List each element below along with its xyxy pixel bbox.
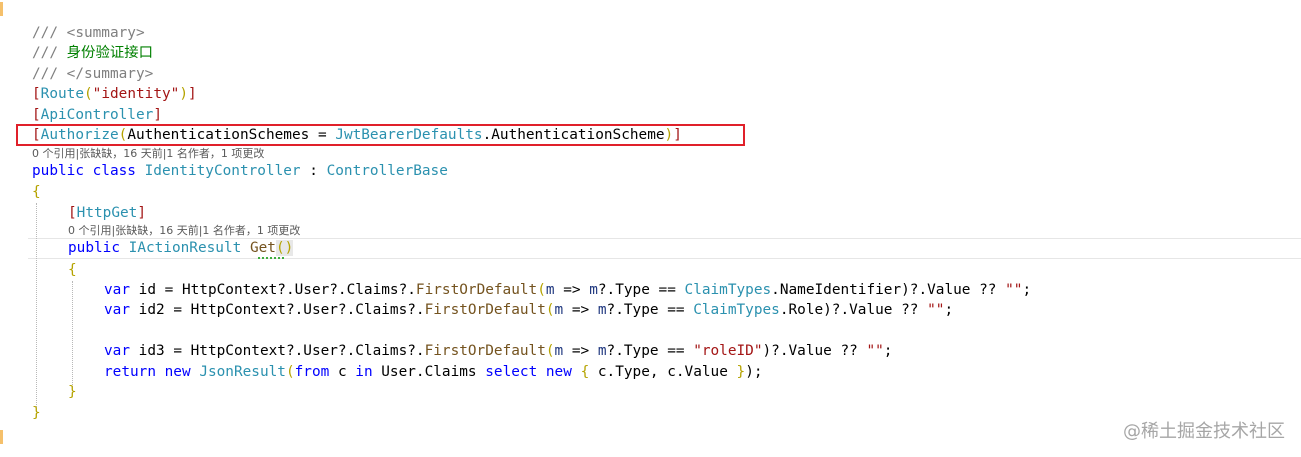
change-marker [0,430,3,444]
lambda-arrow: => [563,302,598,318]
attribute-name: Route [40,86,84,102]
keyword: new [537,364,581,380]
keyword: new [155,364,200,380]
keyword: public [68,240,129,256]
paren: ( [537,282,546,298]
indent-guide [36,203,37,407]
brace: } [736,364,746,380]
string-literal: "" [1005,282,1023,298]
keyword: from [294,364,330,380]
brace: { [32,184,41,200]
code-line-httpget-attribute[interactable]: [HttpGet] [68,203,146,223]
attribute-name: HttpGet [76,205,138,221]
string-literal: "identity" [92,86,180,102]
brace: { [68,262,77,278]
suggestion-squiggle [258,254,284,259]
doc-comment-tag: <summary> [66,25,145,41]
code-line-doc-summary-text[interactable]: /// 身份验证接口 [32,43,153,63]
type-name: ClaimTypes [684,282,772,298]
code-editor[interactable]: /// <summary> /// 身份验证接口 /// </summary> … [0,0,1301,457]
expression: User.Claims [372,364,486,380]
method-call: FirstOrDefault [424,343,546,359]
punctuation: ); [745,364,763,380]
lambda-arrow: => [563,343,598,359]
doc-comment-prefix: /// [32,45,67,61]
code-line-class-open-brace[interactable]: { [32,182,41,202]
lambda-param: m [597,302,607,318]
lambda-param: m [589,282,598,298]
doc-comment-text: 身份验证接口 [66,45,154,61]
keyword: var [104,343,130,359]
lambda-param: m [597,343,607,359]
indent-guide [72,281,73,387]
expression: c.Type, c.Value [589,364,737,380]
string-literal: "" [927,302,945,318]
lambda-arrow: => [554,282,590,298]
doc-comment-prefix: /// [32,66,67,82]
doc-comment-prefix: /// [32,25,67,41]
code-line-method-close-brace[interactable]: } [68,382,77,402]
expression: )?.Value ?? [762,343,867,359]
range-variable: c [329,364,356,380]
keyword: in [355,364,373,380]
semicolon: ; [1022,282,1032,298]
expression: .Role)?.Value ?? [779,302,928,318]
code-line-doc-summary-open[interactable]: /// <summary> [32,23,145,43]
code-line-route-attribute[interactable]: [Route("identity")] [32,84,197,104]
code-line-doc-summary-close[interactable]: /// </summary> [32,64,153,84]
type-name: ClaimTypes [693,302,780,318]
change-marker [0,2,3,16]
semicolon: ; [883,343,893,359]
code-line-class-close-brace[interactable]: } [32,403,41,423]
expression: ?.Type == [606,302,694,318]
method-call: FirstOrDefault [415,282,538,298]
paren: ( [545,343,555,359]
semicolon: ; [944,302,954,318]
string-literal: "" [866,343,884,359]
lambda-param: m [554,343,564,359]
keyword: var [104,302,130,318]
type-name: JsonResult [199,364,286,380]
highlight-box [16,124,745,146]
method-call: FirstOrDefault [424,302,546,318]
keyword: select [485,364,538,380]
doc-comment-tag: </summary> [66,66,154,82]
brace: } [32,405,41,421]
lambda-param: m [545,282,555,298]
codelens-method[interactable]: 0 个引用|张缺缺，16 天前|1 名作者，1 项更改 [68,224,300,238]
lambda-param: m [554,302,564,318]
codelens-class[interactable]: 0 个引用|张缺缺，16 天前|1 名作者，1 项更改 [32,147,264,161]
paren: ( [545,302,555,318]
code-line-class-declaration[interactable]: public class IdentityController : Contro… [32,161,448,181]
expression: ?.Type == [606,343,694,359]
expression: .NameIdentifier)?.Value ?? [771,282,1006,298]
expression: ?.Type == [597,282,685,298]
class-name: IdentityController [144,163,301,179]
keyword: var [104,282,130,298]
keyword: return [104,364,156,380]
return-type: IActionResult [128,240,242,256]
base-class-name: ControllerBase [326,163,448,179]
expression: id3 = HttpContext?.User?.Claims?. [130,343,425,359]
code-line-var-id2[interactable]: var id2 = HttpContext?.User?.Claims?.Fir… [104,300,953,320]
expression: id2 = HttpContext?.User?.Claims?. [130,302,425,318]
code-line-return[interactable]: return new JsonResult(from c in User.Cla… [104,362,763,382]
code-line-method-open-brace[interactable]: { [68,260,77,280]
colon: : [300,163,327,179]
code-line-var-id[interactable]: var id = HttpContext?.User?.Claims?.Firs… [104,280,1031,300]
keyword: public class [32,163,145,179]
attribute-name: ApiController [40,107,154,123]
string-literal: "roleID" [693,343,763,359]
watermark: @稀土掘金技术社区 [1123,421,1285,442]
paren: ( [285,364,295,380]
brace: } [68,384,77,400]
brace: { [580,364,590,380]
code-line-var-id3[interactable]: var id3 = HttpContext?.User?.Claims?.Fir… [104,341,892,361]
code-line-apicontroller-attribute[interactable]: [ApiController] [32,105,162,125]
expression: id = HttpContext?.User?.Claims?. [130,282,416,298]
